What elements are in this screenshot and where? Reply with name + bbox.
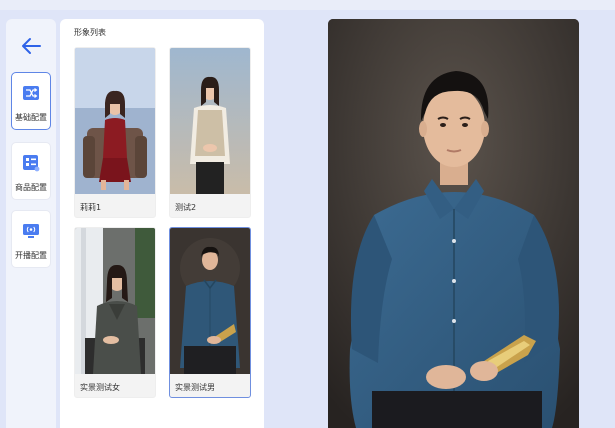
panel-title: 形象列表 xyxy=(74,28,106,37)
nav-item-broadcast-config[interactable]: 开播配置 xyxy=(11,210,51,268)
nav-item-product-config[interactable]: 商品配置 xyxy=(11,142,51,200)
back-button[interactable] xyxy=(11,30,51,62)
nav-item-basic-config[interactable]: 基础配置 xyxy=(11,72,51,130)
top-strip xyxy=(0,0,615,10)
avatar-card-test2[interactable]: 测试2 xyxy=(169,47,251,218)
nav-item-label: 基础配置 xyxy=(15,113,47,122)
avatar-list-panel: 形象列表 莉莉1 测试2 实景测试女 实景测试男 xyxy=(60,19,264,428)
avatar-name: 实景测试女 xyxy=(80,383,120,392)
avatar-name: 莉莉1 xyxy=(80,203,102,212)
avatar-card-scene-male[interactable]: 实景测试男 xyxy=(169,227,251,398)
avatar-card-scene-female[interactable]: 实景测试女 xyxy=(74,227,156,398)
preview-figure xyxy=(328,19,579,428)
avatar-preview-image xyxy=(328,19,579,428)
arrow-left-icon xyxy=(22,38,41,54)
avatar-thumbnail xyxy=(75,48,155,194)
avatar-thumbnail xyxy=(170,48,250,194)
shuffle-config-icon xyxy=(23,86,39,100)
avatar-name: 实景测试男 xyxy=(175,383,215,392)
broadcast-monitor-icon xyxy=(23,224,39,238)
nav-item-label: 商品配置 xyxy=(15,183,47,192)
product-list-icon xyxy=(23,155,40,172)
avatar-thumbnail xyxy=(75,228,155,374)
nav-item-label: 开播配置 xyxy=(15,251,47,260)
avatar-name: 测试2 xyxy=(175,203,197,212)
avatar-card-lili1[interactable]: 莉莉1 xyxy=(74,47,156,218)
avatar-thumbnail xyxy=(170,228,250,374)
